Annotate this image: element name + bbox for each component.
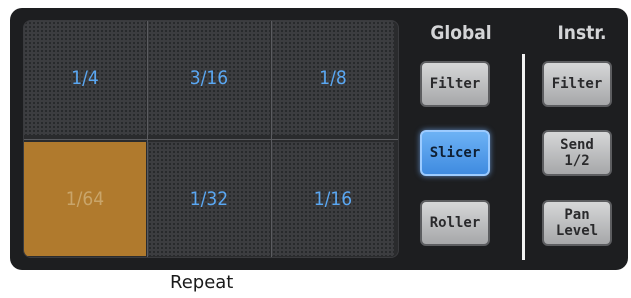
repeat-pad-3-16[interactable]: 3/16 bbox=[148, 21, 270, 135]
instr-pan-level-button[interactable]: Pan Level bbox=[542, 200, 612, 246]
repeat-pad-1-64[interactable]: 1/64 bbox=[24, 142, 146, 256]
global-slicer-button[interactable]: Slicer bbox=[420, 130, 490, 176]
repeat-pad-1-16[interactable]: 1/16 bbox=[272, 142, 394, 256]
global-roller-button[interactable]: Roller bbox=[420, 200, 490, 246]
repeat-pad-grid: 1/4 3/16 1/8 1/64 1/32 1/16 bbox=[23, 20, 399, 258]
repeat-pad-1-8[interactable]: 1/8 bbox=[272, 21, 394, 135]
repeat-pad-1-4[interactable]: 1/4 bbox=[24, 21, 146, 135]
repeat-caption: Repeat bbox=[170, 272, 234, 293]
global-section-title: Global bbox=[430, 22, 492, 44]
section-divider bbox=[522, 54, 525, 260]
instr-section-title: Instr. bbox=[557, 22, 607, 44]
controller-panel: 1/4 3/16 1/8 1/64 1/32 1/16 Global Filte… bbox=[10, 8, 628, 270]
instr-filter-button[interactable]: Filter bbox=[542, 61, 612, 107]
grid-divider-horizontal bbox=[24, 139, 398, 140]
repeat-pad-1-32[interactable]: 1/32 bbox=[148, 142, 270, 256]
global-filter-button[interactable]: Filter bbox=[420, 61, 490, 107]
instr-send-button[interactable]: Send 1/2 bbox=[542, 130, 612, 176]
